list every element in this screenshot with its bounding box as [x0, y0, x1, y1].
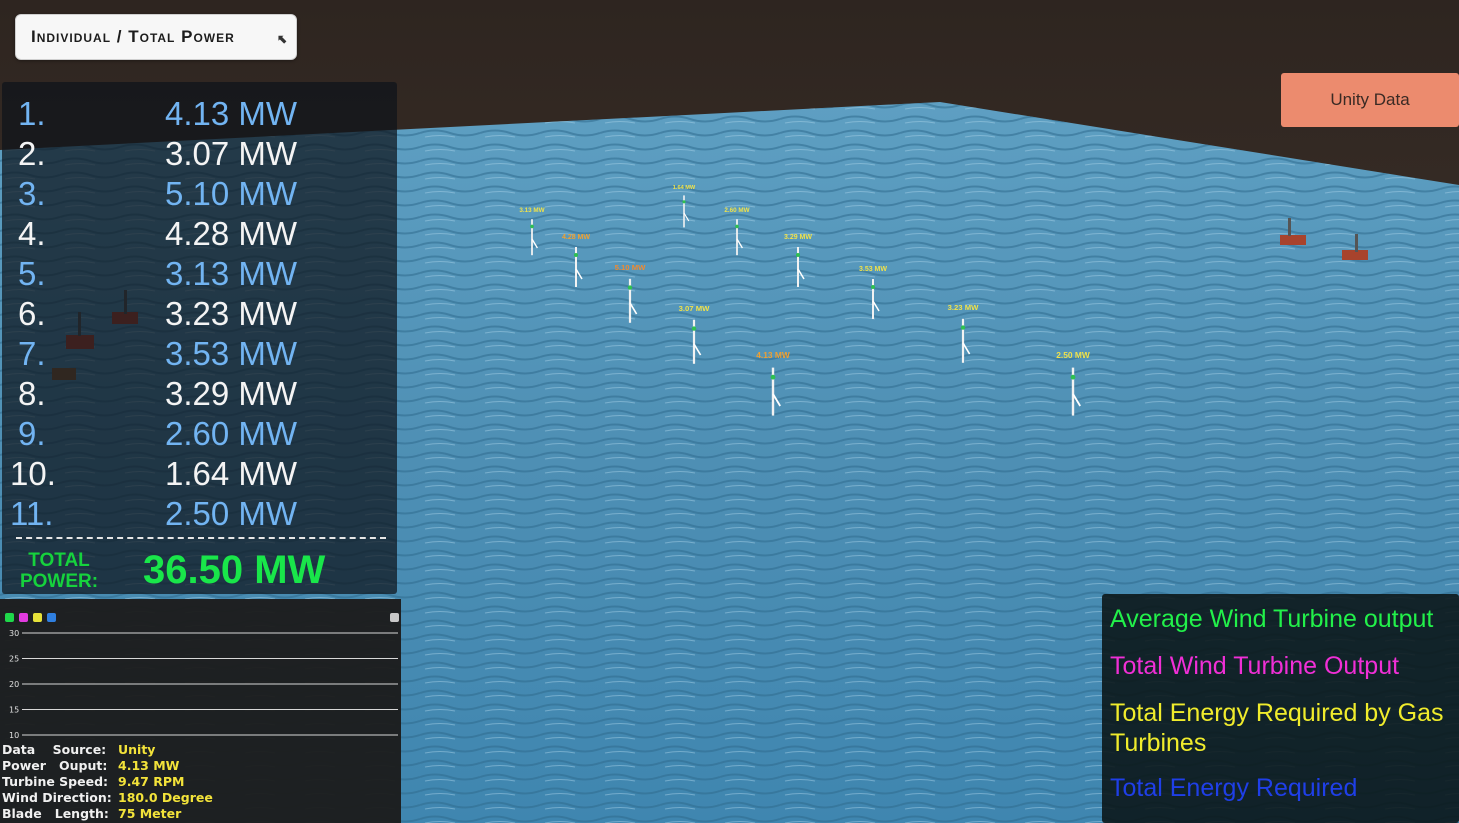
info-row: Power Ouput: 4.13 MW [2, 758, 397, 774]
turbine-tag: 3.23 MW [948, 303, 980, 312]
info-value: 9.47 RPM [118, 774, 185, 789]
turbine-tag: 3.29 MW [784, 234, 812, 241]
mode-button-label: Individual / Total Power [31, 27, 235, 46]
turbine-index: 11. [10, 495, 54, 532]
info-value: Unity [118, 742, 156, 757]
turbine-row: 11. 2.50 MW [2, 494, 397, 534]
info-row: Blade Length: 75 Meter [2, 806, 397, 822]
turbine-tag: 5.10 MW [615, 263, 647, 272]
cursor-icon: ⬉ [276, 32, 288, 46]
turbine-tag: 3.07 MW [679, 304, 711, 313]
graph-close-button[interactable] [390, 613, 399, 622]
turbine-tag: 2.50 MW [1056, 350, 1090, 360]
turbine-power: 5.10 MW [165, 175, 298, 212]
y-tick-label: 30 [9, 629, 19, 638]
turbine-row: 4. 4.28 MW [2, 214, 397, 254]
turbine-index: 4. [18, 215, 46, 252]
turbine-row: 3. 5.10 MW [2, 174, 397, 214]
turbine-row: 5. 3.13 MW [2, 254, 397, 294]
info-row: Wind Direction: 180.0 Degree [2, 790, 397, 806]
info-value: 180.0 Degree [118, 790, 213, 805]
turbine-tag: 1.64 MW [673, 185, 696, 191]
info-key: Turbine Speed: [2, 774, 109, 789]
turbine-tag: 2.60 MW [724, 207, 749, 214]
info-value: 4.13 MW [118, 758, 180, 773]
graph-series-toggles [5, 613, 56, 623]
total-power-value: 36.50 MW [143, 548, 326, 592]
series-toggle[interactable] [5, 613, 14, 622]
turbine-index: 6. [18, 295, 46, 332]
turbine-row: 10. 1.64 MW [2, 454, 397, 494]
turbine-power: 2.50 MW [165, 495, 298, 532]
power-graph: 30 25 20 15 10 [9, 629, 398, 738]
info-key: Power Ouput: [2, 758, 108, 773]
turbine-index: 5. [18, 255, 46, 292]
turbine-index: 3. [18, 175, 46, 212]
turbine-power: 3.29 MW [165, 375, 298, 412]
turbine-power: 1.64 MW [165, 455, 298, 492]
turbine-tag: 3.53 MW [859, 266, 887, 273]
turbine-power: 3.53 MW [165, 335, 298, 372]
turbine-row: 9. 2.60 MW [2, 414, 397, 454]
info-value: 75 Meter [118, 806, 182, 821]
series-toggle[interactable] [47, 613, 56, 622]
turbine-tag: 3.13 MW [519, 207, 544, 214]
y-tick-label: 10 [9, 731, 19, 738]
individual-power-panel: 1. 4.13 MW 2. 3.07 MW 3. 5.10 MW 4. 4.28 MW 5. 3.… [2, 82, 397, 594]
turbine-index: 7. [18, 335, 46, 372]
turbine-power: 3.23 MW [165, 295, 298, 332]
turbine-index: 10. [10, 455, 56, 492]
turbine-power: 3.13 MW [165, 255, 298, 292]
legend-item: Total Energy Required by Gas Turbines [1110, 699, 1444, 757]
y-tick-label: 15 [9, 706, 19, 715]
turbine-row: 8. 3.29 MW [2, 374, 397, 414]
divider [16, 537, 386, 539]
unity-data-label: Unity Data [1330, 90, 1410, 109]
series-toggle[interactable] [33, 613, 42, 622]
turbine-power: 4.13 MW [165, 95, 298, 132]
turbine-index: 8. [18, 375, 46, 412]
y-tick-label: 20 [9, 680, 19, 689]
turbine-index: 9. [18, 415, 46, 452]
info-key: Data Source: [2, 742, 107, 757]
turbine-info: Data Source: Unity Power Ouput: 4.13 MW Turb… [2, 742, 397, 822]
legend-item: Total Wind Turbine Output [1110, 652, 1400, 680]
graph-panel: 30 25 20 15 10 Data Source: Unity Power Ouput:… [0, 599, 401, 823]
turbine-power: 4.28 MW [165, 215, 298, 252]
turbine-row: 1. 4.13 MW [2, 94, 397, 134]
info-row: Turbine Speed: 9.47 RPM [2, 774, 397, 790]
individual-total-power-button[interactable]: Individual / Total Power ⬉ [15, 14, 297, 60]
series-toggle[interactable] [19, 613, 28, 622]
legend-item: Total Energy Required [1110, 774, 1358, 802]
chart-legend-panel: Average Wind Turbine output Total Wind Tu… [1102, 594, 1459, 823]
unity-data-button[interactable]: Unity Data [1281, 73, 1459, 127]
total-power-label: TOTAL POWER: [19, 550, 99, 592]
turbine-row: 2. 3.07 MW [2, 134, 397, 174]
turbine-row: 6. 3.23 MW [2, 294, 397, 334]
turbine-power: 3.07 MW [165, 135, 298, 172]
turbine-row: 7. 3.53 MW [2, 334, 397, 374]
turbine-index: 2. [18, 135, 46, 172]
info-key: Blade Length: [2, 806, 109, 821]
legend-item: Average Wind Turbine output [1110, 605, 1434, 633]
turbine-tag: 4.13 MW [756, 350, 790, 360]
info-key: Wind Direction: [2, 790, 112, 805]
y-tick-label: 25 [9, 655, 19, 664]
turbine-tag: 4.28 MW [562, 234, 590, 241]
info-row: Data Source: Unity [2, 742, 397, 758]
turbine-index: 1. [18, 95, 46, 132]
turbine-power: 2.60 MW [165, 415, 298, 452]
